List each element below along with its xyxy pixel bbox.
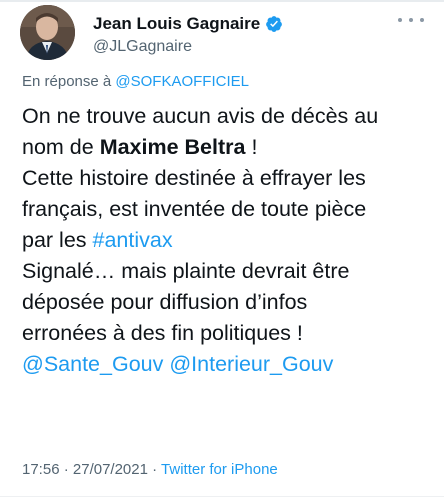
tweet-line: français, est inventée de toute pièce [22,197,367,221]
tweet-date[interactable]: 27/07/2021 [73,461,148,478]
author-name[interactable]: Jean Louis Gagnaire [93,14,260,34]
tweet-line: nom de Maxime Beltra ! [22,132,436,163]
more-dot [409,18,413,22]
author-row: Jean Louis Gagnaire [93,14,283,34]
reply-mention-link[interactable]: @SOFKAOFFICIEL [115,73,249,90]
author-handle[interactable]: @JLGagnaire [93,38,192,56]
mention-link[interactable]: @Interieur_Gouv [169,352,333,376]
tweet-line: déposée pour diffusion d’infos [22,290,308,314]
meta-separator: · [147,461,162,478]
tweet-text-segment: nom de [22,135,100,159]
verified-badge-icon [265,15,283,33]
tweet-line: On ne trouve aucun avis de décès au [22,104,379,128]
tweet-card: Jean Louis Gagnaire @JLGagnaire En répon… [0,0,444,502]
more-dot [398,18,402,22]
reply-prefix: En réponse à [22,73,112,90]
tweet-line: Cette histoire destinée à effrayer les [22,166,366,190]
top-divider [0,0,444,2]
tweet-line: erronées à des fin politiques ! [22,321,303,345]
tweet-line: @Sante_Gouv @Interieur_Gouv [22,349,436,380]
meta-separator: · [59,461,73,478]
tweet-time[interactable]: 17:56 [22,461,60,478]
bottom-divider [0,496,444,497]
mention-link[interactable]: @Sante_Gouv [22,352,163,376]
more-dot [420,18,424,22]
tweet-text-segment: par les [22,228,93,252]
bold-name: Maxime Beltra [99,135,246,159]
more-options-icon[interactable] [398,13,424,27]
tweet-line: par les #antivax [22,225,436,256]
tweet-source-link[interactable]: Twitter for iPhone [161,461,278,478]
tweet-meta: 17:56 · 27/07/2021 · Twitter for iPhone [22,461,278,478]
tweet-line: Signalé… mais plainte devrait être [22,259,350,283]
tweet-text-segment: ! [245,135,258,159]
avatar-photo [20,5,75,60]
reply-context: En réponse à @SOFKAOFFICIEL [22,73,249,90]
avatar[interactable] [20,5,75,60]
tweet-text: On ne trouve aucun avis de décès au nom … [22,101,436,380]
hashtag-link[interactable]: #antivax [93,228,173,252]
